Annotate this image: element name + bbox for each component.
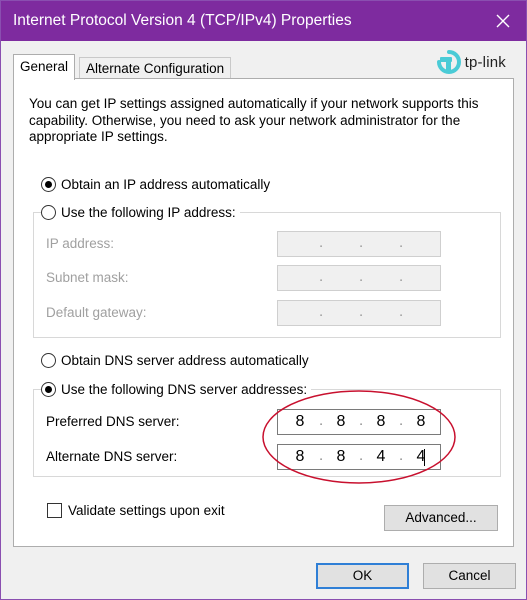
dialog-title: Internet Protocol Version 4 (TCP/IPv4) P… [13, 12, 352, 29]
alternate-dns-octet-3: 4 [376, 448, 386, 465]
radio-use-following-dns-label: Use the following DNS server addresses: [61, 382, 308, 397]
cancel-button[interactable]: Cancel [423, 563, 516, 589]
alternate-dns-octet-4: 4 [416, 448, 426, 465]
ip-address-input: ... [277, 231, 441, 257]
ok-button[interactable]: OK [316, 563, 409, 589]
checkbox-unchecked-icon [47, 503, 62, 518]
validate-settings-checkbox[interactable]: Validate settings upon exit [47, 503, 225, 518]
preferred-dns-octet-2: 8 [336, 413, 346, 430]
radio-obtain-ip-auto[interactable]: Obtain an IP address automatically [41, 177, 270, 192]
subnet-mask-input: ... [277, 265, 441, 291]
tp-link-wordmark: tp-link [464, 53, 506, 71]
close-button[interactable] [488, 7, 518, 35]
radio-use-following-ip[interactable]: Use the following IP address: [41, 205, 240, 220]
title-bar: Internet Protocol Version 4 (TCP/IPv4) P… [1, 1, 526, 41]
validate-settings-label: Validate settings upon exit [68, 503, 225, 518]
alternate-dns-label: Alternate DNS server: [46, 449, 178, 464]
advanced-button[interactable]: Advanced... [384, 505, 498, 531]
preferred-dns-octet-3: 8 [376, 413, 386, 430]
radio-obtain-ip-auto-label: Obtain an IP address automatically [61, 177, 271, 192]
close-icon [496, 14, 510, 28]
dialog-window: Internet Protocol Version 4 (TCP/IPv4) P… [0, 0, 527, 600]
tab-general[interactable]: General [13, 54, 76, 80]
radio-use-following-dns[interactable]: Use the following DNS server addresses: [41, 382, 312, 397]
tab-alternate-configuration[interactable]: Alternate Configuration [79, 57, 232, 80]
radio-obtain-dns-auto[interactable]: Obtain DNS server address automatically [41, 353, 309, 368]
radio-button-unselected-icon [41, 205, 56, 220]
tp-link-logo-icon [436, 50, 461, 74]
radio-button-selected-icon [41, 382, 56, 397]
alternate-dns-octet-1: 8 [295, 448, 305, 465]
default-gateway-label: Default gateway: [46, 305, 147, 320]
preferred-dns-input[interactable]: 8 . 8 . 8 . 8 [277, 409, 441, 435]
alternate-dns-input[interactable]: 8 . 8 . 4 . 4 [277, 444, 441, 470]
preferred-dns-octet-1: 8 [295, 413, 305, 430]
ip-address-label: IP address: [46, 236, 115, 251]
alternate-dns-octet-2: 8 [336, 448, 346, 465]
preferred-dns-label: Preferred DNS server: [46, 414, 180, 429]
preferred-dns-octet-4: 8 [416, 413, 426, 430]
radio-obtain-dns-auto-label: Obtain DNS server address automatically [61, 353, 309, 368]
description-text: You can get IP settings assigned automat… [29, 96, 479, 144]
radio-button-selected-icon [41, 177, 56, 192]
text-cursor [424, 449, 425, 466]
subnet-mask-label: Subnet mask: [46, 270, 129, 285]
radio-use-following-ip-label: Use the following IP address: [61, 205, 236, 220]
default-gateway-input: ... [277, 300, 441, 326]
radio-button-unselected-icon [41, 353, 56, 368]
tp-link-logo: tp-link [436, 49, 506, 75]
